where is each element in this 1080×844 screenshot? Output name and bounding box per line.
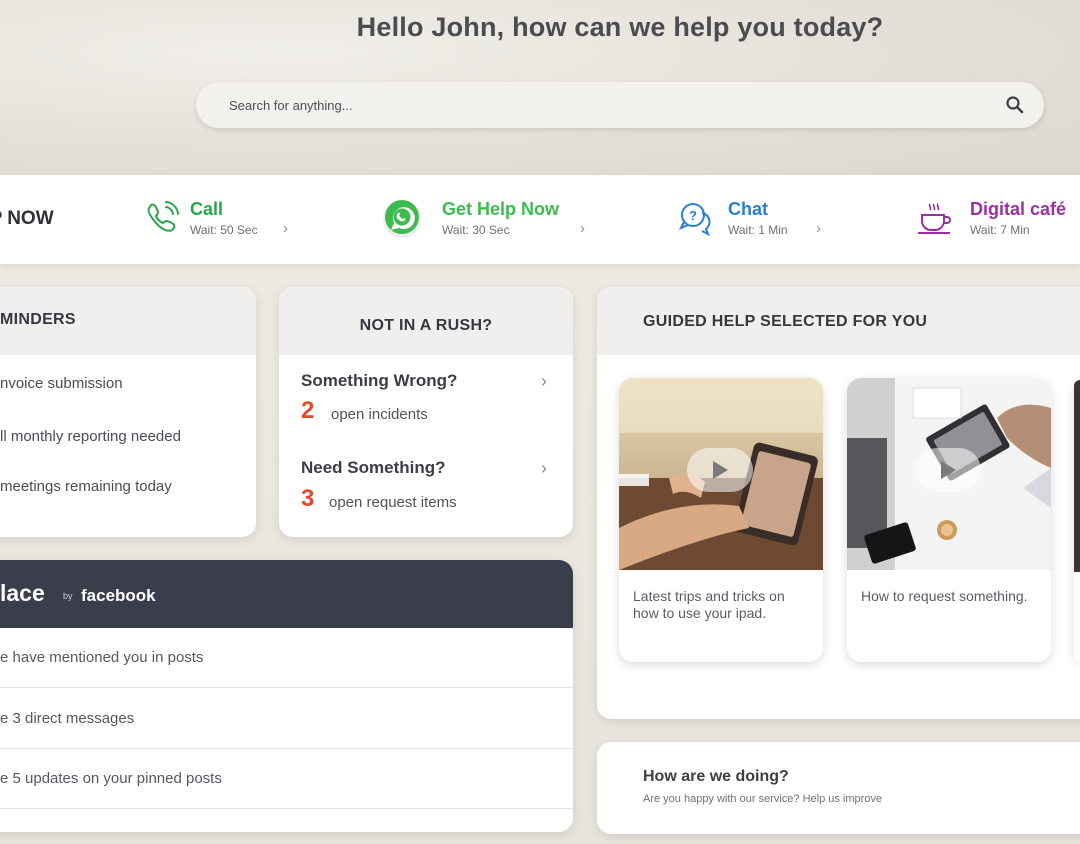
channel-get-help-now-wait: Wait: 30 Sec	[442, 223, 510, 237]
chevron-right-icon[interactable]: ›	[580, 220, 585, 237]
workplace-card: lace by facebook e have mentioned you in…	[0, 560, 573, 832]
video-card[interactable]: How to request something.	[847, 378, 1051, 662]
reminders-title: MINDERS	[0, 287, 256, 355]
channel-call-wait: Wait: 50 Sec	[190, 223, 258, 237]
phone-icon	[140, 196, 184, 240]
chat-bubbles-icon: ?	[674, 196, 718, 240]
channel-chat-name: Chat	[728, 199, 768, 219]
request-count: 3	[301, 485, 315, 512]
channel-get-help-now[interactable]: Get Help Now Wait: 30 Sec	[380, 196, 559, 240]
help-now-title: LP NOW	[0, 208, 54, 229]
list-item[interactable]: e 5 updates on your pinned posts	[0, 749, 573, 809]
channel-call-name: Call	[190, 199, 224, 219]
play-button[interactable]	[915, 448, 981, 492]
search-input[interactable]	[229, 97, 1004, 113]
chevron-right-icon[interactable]: ›	[283, 220, 288, 237]
channel-digital-cafe-wait: Wait: 7 Min	[970, 223, 1030, 237]
workplace-header: lace by facebook	[0, 560, 573, 628]
reminders-card: MINDERS nvoice submission ll monthly rep…	[0, 287, 256, 537]
chevron-right-icon[interactable]: ›	[541, 371, 547, 392]
request-label: open request items	[329, 494, 457, 511]
incident-count: 2	[301, 397, 315, 424]
feedback-card[interactable]: How are we doing? Are you happy with our…	[597, 742, 1080, 834]
list-item[interactable]: e 3 direct messages	[0, 689, 573, 749]
search-icon[interactable]	[1004, 94, 1026, 116]
search-bar[interactable]	[196, 82, 1044, 128]
video-card[interactable]: Latest trips and tricks on how to use yo…	[619, 378, 823, 662]
something-wrong-title[interactable]: Something Wrong?	[301, 371, 457, 391]
workplace-by: by	[63, 591, 73, 601]
need-something-title[interactable]: Need Something?	[301, 458, 446, 478]
chevron-right-icon[interactable]: ›	[541, 458, 547, 479]
play-button[interactable]	[687, 448, 753, 492]
coffee-cup-icon	[912, 196, 956, 240]
not-in-a-rush-title: NOT IN A RUSH?	[279, 287, 573, 355]
video-caption: Latest trips and tricks on how to use yo…	[633, 588, 785, 621]
incident-label: open incidents	[331, 406, 428, 423]
reminder-item[interactable]: ll monthly reporting needed	[0, 428, 181, 445]
channel-digital-cafe[interactable]: Digital café Wait: 7 Min	[912, 196, 1066, 240]
page-greeting: Hello John, how can we help you today?	[356, 12, 884, 42]
chevron-right-icon[interactable]: ›	[816, 220, 821, 237]
feedback-title: How are we doing?	[643, 768, 789, 785]
channel-get-help-now-name: Get Help Now	[442, 199, 560, 219]
video-caption: How to request something.	[861, 588, 1028, 604]
facebook-logo-text: facebook	[81, 586, 156, 605]
channel-chat[interactable]: ? Chat Wait: 1 Min	[674, 196, 788, 240]
workplace-title: lace	[0, 580, 45, 606]
list-item[interactable]: e have mentioned you in posts	[0, 628, 573, 688]
svg-text:?: ?	[689, 208, 697, 223]
channel-call[interactable]: Call Wait: 50 Sec	[140, 196, 258, 240]
channel-digital-cafe-name: Digital café	[970, 199, 1067, 219]
whatsapp-icon	[380, 196, 424, 240]
not-in-a-rush-card: NOT IN A RUSH? Something Wrong? › 2 open…	[279, 287, 573, 537]
reminder-item[interactable]: nvoice submission	[0, 375, 123, 392]
feedback-subtitle: Are you happy with our service? Help us …	[643, 793, 883, 805]
video-card-partial[interactable]	[1074, 380, 1080, 662]
guided-help-title: GUIDED HELP SELECTED FOR YOU	[597, 287, 1080, 355]
reminder-item[interactable]: meetings remaining today	[0, 478, 172, 495]
channel-chat-wait: Wait: 1 Min	[728, 223, 788, 237]
